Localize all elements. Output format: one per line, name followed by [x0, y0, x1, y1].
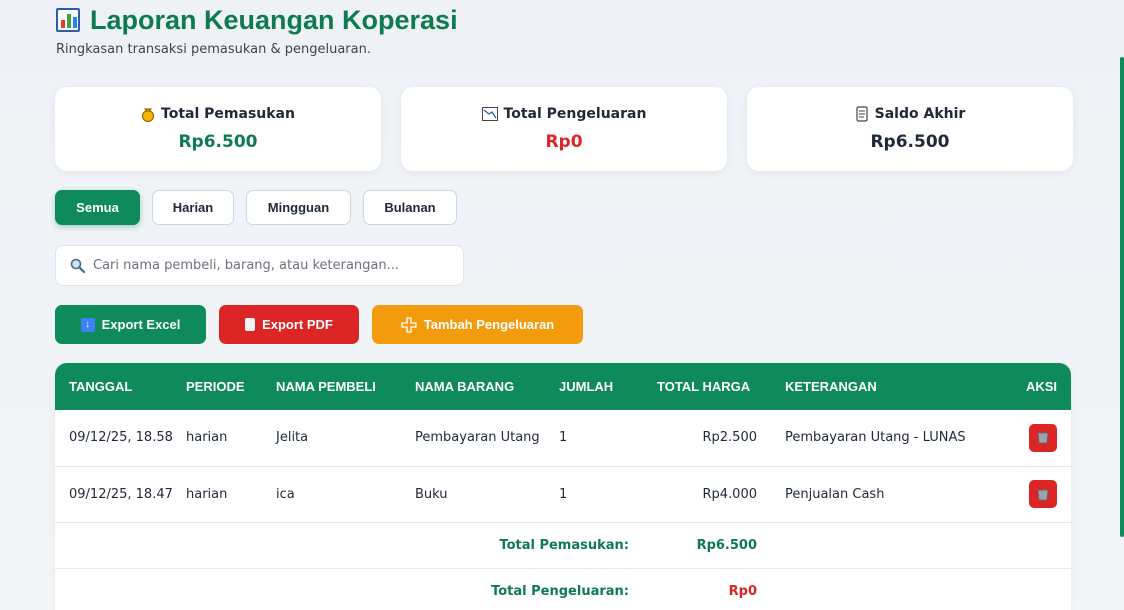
cell-qty: 1	[545, 410, 643, 467]
total-income-value: Rp6.500	[643, 522, 771, 569]
trash-icon	[1037, 489, 1049, 500]
cell-date: 09/12/25, 18.58	[55, 410, 172, 467]
scroll-indicator	[1120, 57, 1124, 537]
page-subtitle: Ringkasan transaksi pemasukan & pengelua…	[56, 42, 371, 57]
balance-value: Rp6.500	[870, 132, 950, 152]
period-filters: Semua Harian Mingguan Bulanan	[55, 190, 457, 225]
col-header: TOTAL HARGA	[657, 379, 751, 394]
filter-monthly-button[interactable]: Bulanan	[363, 190, 457, 225]
delete-button[interactable]	[1029, 423, 1057, 452]
cell-note: Penjualan Cash	[771, 466, 986, 523]
page-title-text: Laporan Keuangan Koperasi	[90, 5, 458, 35]
search-input[interactable]	[93, 258, 453, 273]
expense-value: Rp0	[545, 132, 583, 152]
balance-label: Saldo Akhir	[874, 106, 966, 122]
col-header: KETERANGAN	[785, 379, 877, 394]
col-header: JUMLAH	[559, 379, 614, 394]
cell-buyer: ica	[262, 466, 401, 523]
chart-down-icon	[481, 107, 498, 121]
cell-qty: 1	[545, 466, 643, 523]
total-expense-row: Total Pengeluaran: Rp0	[55, 568, 1071, 610]
summary-cards: Total Pemasukan Rp6.500 Total Pengeluara…	[55, 87, 1073, 171]
expense-label: Total Pengeluaran	[503, 106, 647, 122]
add-expense-button[interactable]: Tambah Pengeluaran	[372, 305, 583, 344]
cell-date: 09/12/25, 18.47	[55, 466, 172, 523]
col-header: TANGGAL	[69, 379, 133, 394]
download-icon: ↓	[80, 317, 95, 332]
filter-daily-button[interactable]: Harian	[152, 190, 234, 225]
table-header-row: TANGGAL PERIODE NAMA PEMBELI NAMA BARANG…	[55, 363, 1071, 410]
plus-icon	[401, 316, 417, 333]
trash-icon	[1037, 432, 1049, 444]
page-header: Laporan Keuangan Koperasi Ringkasan tran…	[56, 4, 458, 57]
expense-card: Total Pengeluaran Rp0	[401, 87, 727, 171]
transactions-table: TANGGAL PERIODE NAMA PEMBELI NAMA BARANG…	[55, 363, 1071, 610]
search-icon	[70, 258, 85, 273]
money-bag-icon	[142, 108, 155, 122]
balance-card: Saldo Akhir Rp6.500	[747, 87, 1073, 171]
cell-total: Rp2.500	[643, 410, 771, 467]
col-header: PERIODE	[186, 379, 245, 394]
document-icon	[245, 318, 256, 331]
cell-note: Pembayaran Utang - LUNAS	[771, 410, 986, 467]
delete-button[interactable]	[1029, 480, 1057, 508]
cell-period: harian	[172, 466, 262, 523]
income-value: Rp6.500	[178, 132, 258, 152]
total-income-label: Total Pemasukan:	[55, 522, 643, 569]
cell-item: Buku	[401, 466, 545, 523]
total-expense-label: Total Pengeluaran:	[55, 568, 643, 610]
filter-weekly-button[interactable]: Mingguan	[246, 190, 351, 225]
cell-period: harian	[172, 410, 262, 467]
cell-buyer: Jelita	[262, 410, 401, 467]
scroll-icon	[856, 106, 868, 122]
col-header: AKSI	[1025, 379, 1057, 394]
action-buttons: ↓ Export Excel Export PDF Tambah Pengelu…	[55, 305, 583, 344]
income-card: Total Pemasukan Rp6.500	[55, 87, 381, 171]
search-box	[55, 245, 464, 286]
bar-chart-icon	[56, 8, 80, 32]
cell-item: Pembayaran Utang	[401, 410, 545, 467]
cell-total: Rp4.000	[643, 466, 771, 523]
table-row: 09/12/25, 18.58 harian Jelita Pembayaran…	[55, 410, 1071, 467]
income-label: Total Pemasukan	[161, 106, 295, 122]
total-expense-value: Rp0	[643, 568, 771, 610]
filter-all-button[interactable]: Semua	[55, 190, 140, 225]
total-income-row: Total Pemasukan: Rp6.500	[55, 522, 1071, 569]
table-row: 09/12/25, 18.47 harian ica Buku 1 Rp4.00…	[55, 466, 1071, 523]
col-header: NAMA BARANG	[415, 379, 515, 394]
export-pdf-button[interactable]: Export PDF	[219, 305, 359, 344]
col-header: NAMA PEMBELI	[276, 379, 376, 394]
page: Laporan Keuangan Koperasi Ringkasan tran…	[0, 0, 1124, 610]
page-title: Laporan Keuangan Koperasi	[56, 4, 458, 36]
export-excel-button[interactable]: ↓ Export Excel	[55, 305, 206, 344]
